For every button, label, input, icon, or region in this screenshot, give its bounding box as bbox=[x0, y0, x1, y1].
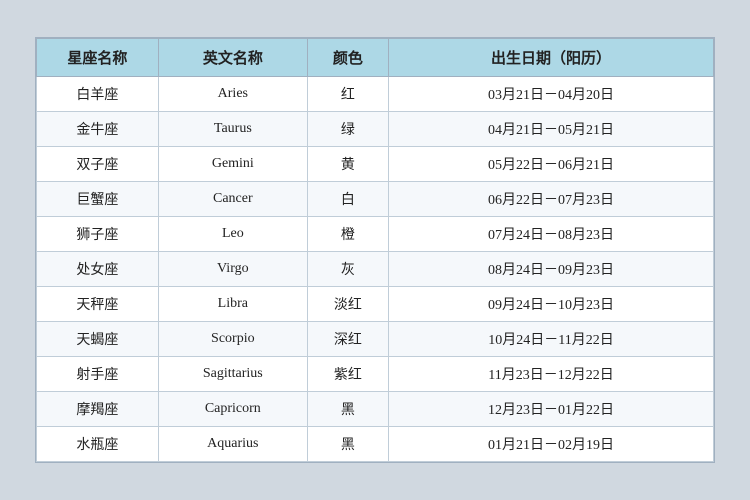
cell-english: Cancer bbox=[158, 182, 307, 217]
table-row: 金牛座Taurus绿04月21日－05月21日 bbox=[37, 112, 714, 147]
zodiac-table: 星座名称 英文名称 颜色 出生日期（阳历） 白羊座Aries红03月21日－04… bbox=[36, 38, 714, 462]
cell-color: 灰 bbox=[307, 252, 388, 287]
header-date: 出生日期（阳历） bbox=[389, 39, 714, 77]
cell-chinese: 金牛座 bbox=[37, 112, 159, 147]
cell-date: 09月24日－10月23日 bbox=[389, 287, 714, 322]
table-row: 狮子座Leo橙07月24日－08月23日 bbox=[37, 217, 714, 252]
cell-date: 10月24日－11月22日 bbox=[389, 322, 714, 357]
cell-color: 黑 bbox=[307, 392, 388, 427]
cell-color: 绿 bbox=[307, 112, 388, 147]
cell-color: 黑 bbox=[307, 427, 388, 462]
cell-color: 橙 bbox=[307, 217, 388, 252]
table-row: 水瓶座Aquarius黑01月21日－02月19日 bbox=[37, 427, 714, 462]
cell-chinese: 狮子座 bbox=[37, 217, 159, 252]
cell-date: 01月21日－02月19日 bbox=[389, 427, 714, 462]
cell-date: 12月23日－01月22日 bbox=[389, 392, 714, 427]
cell-date: 04月21日－05月21日 bbox=[389, 112, 714, 147]
cell-color: 白 bbox=[307, 182, 388, 217]
cell-chinese: 处女座 bbox=[37, 252, 159, 287]
cell-chinese: 水瓶座 bbox=[37, 427, 159, 462]
header-english: 英文名称 bbox=[158, 39, 307, 77]
cell-color: 淡红 bbox=[307, 287, 388, 322]
cell-chinese: 天秤座 bbox=[37, 287, 159, 322]
cell-english: Leo bbox=[158, 217, 307, 252]
cell-date: 03月21日－04月20日 bbox=[389, 77, 714, 112]
cell-english: Aries bbox=[158, 77, 307, 112]
cell-english: Aquarius bbox=[158, 427, 307, 462]
zodiac-table-container: 星座名称 英文名称 颜色 出生日期（阳历） 白羊座Aries红03月21日－04… bbox=[35, 37, 715, 463]
cell-english: Taurus bbox=[158, 112, 307, 147]
cell-color: 紫红 bbox=[307, 357, 388, 392]
cell-chinese: 白羊座 bbox=[37, 77, 159, 112]
cell-english: Virgo bbox=[158, 252, 307, 287]
cell-english: Sagittarius bbox=[158, 357, 307, 392]
cell-color: 深红 bbox=[307, 322, 388, 357]
cell-english: Libra bbox=[158, 287, 307, 322]
cell-chinese: 双子座 bbox=[37, 147, 159, 182]
table-body: 白羊座Aries红03月21日－04月20日金牛座Taurus绿04月21日－0… bbox=[37, 77, 714, 462]
cell-date: 07月24日－08月23日 bbox=[389, 217, 714, 252]
cell-color: 黄 bbox=[307, 147, 388, 182]
header-color: 颜色 bbox=[307, 39, 388, 77]
cell-chinese: 天蝎座 bbox=[37, 322, 159, 357]
cell-chinese: 摩羯座 bbox=[37, 392, 159, 427]
table-row: 天蝎座Scorpio深红10月24日－11月22日 bbox=[37, 322, 714, 357]
cell-english: Scorpio bbox=[158, 322, 307, 357]
cell-english: Gemini bbox=[158, 147, 307, 182]
table-row: 天秤座Libra淡红09月24日－10月23日 bbox=[37, 287, 714, 322]
table-row: 摩羯座Capricorn黑12月23日－01月22日 bbox=[37, 392, 714, 427]
cell-color: 红 bbox=[307, 77, 388, 112]
table-row: 射手座Sagittarius紫红11月23日－12月22日 bbox=[37, 357, 714, 392]
cell-date: 11月23日－12月22日 bbox=[389, 357, 714, 392]
table-row: 双子座Gemini黄05月22日－06月21日 bbox=[37, 147, 714, 182]
table-row: 白羊座Aries红03月21日－04月20日 bbox=[37, 77, 714, 112]
cell-chinese: 巨蟹座 bbox=[37, 182, 159, 217]
cell-date: 08月24日－09月23日 bbox=[389, 252, 714, 287]
table-row: 巨蟹座Cancer白06月22日－07月23日 bbox=[37, 182, 714, 217]
cell-chinese: 射手座 bbox=[37, 357, 159, 392]
header-chinese: 星座名称 bbox=[37, 39, 159, 77]
table-header-row: 星座名称 英文名称 颜色 出生日期（阳历） bbox=[37, 39, 714, 77]
cell-date: 06月22日－07月23日 bbox=[389, 182, 714, 217]
table-row: 处女座Virgo灰08月24日－09月23日 bbox=[37, 252, 714, 287]
cell-english: Capricorn bbox=[158, 392, 307, 427]
cell-date: 05月22日－06月21日 bbox=[389, 147, 714, 182]
